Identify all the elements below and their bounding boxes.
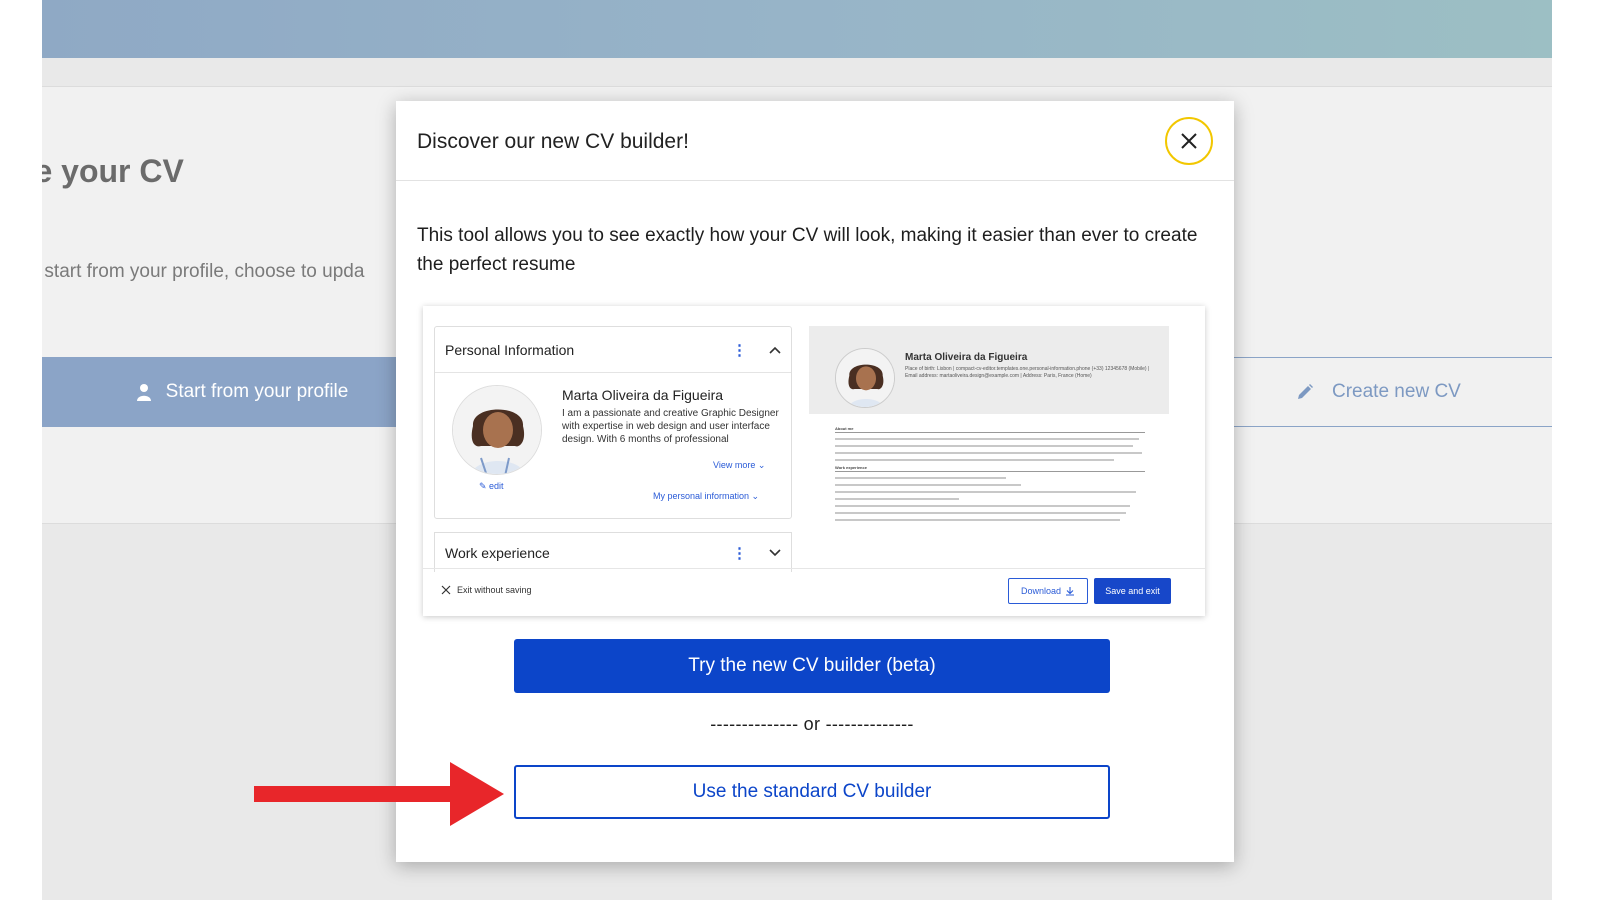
- chevron-up-icon: [769, 346, 781, 354]
- close-button[interactable]: [1165, 117, 1213, 165]
- modal-title: Discover our new CV builder!: [417, 130, 689, 153]
- start-from-profile-label: Start from your profile: [165, 381, 349, 402]
- cv-body: About me Work experience: [835, 422, 1145, 521]
- preview-save-exit-button: Save and exit: [1094, 578, 1171, 604]
- cv-section-about: About me: [835, 426, 1145, 433]
- preview-view-more: View more ⌄: [713, 460, 766, 470]
- preview-personal-info-card: Personal Information ⋮ Marta Oliveira da…: [434, 326, 792, 519]
- create-new-cv-option[interactable]: Create new CV: [1232, 357, 1552, 427]
- top-banner: [42, 0, 1552, 58]
- cv-name: Marta Oliveira da Figueira: [905, 352, 1028, 363]
- modal-header: Discover our new CV builder!: [396, 101, 1234, 181]
- preview-download-button: Download: [1008, 578, 1088, 604]
- close-icon: [441, 585, 451, 595]
- preview-exit-without-saving: Exit without saving: [441, 585, 532, 595]
- preview-work-experience: Work experience ⋮: [434, 532, 792, 572]
- or-separator: -------------- or --------------: [710, 714, 914, 734]
- preview-edit-link: ✎ edit: [479, 481, 504, 491]
- annotation-arrow-icon: [254, 762, 504, 826]
- cv-builder-preview-image: Personal Information ⋮ Marta Oliveira da…: [423, 306, 1205, 616]
- download-icon: [1066, 587, 1075, 596]
- preview-personal-info-heading: Personal Information: [445, 341, 575, 358]
- user-icon: [136, 384, 151, 401]
- preview-bio: I am a passionate and creative Graphic D…: [562, 408, 779, 445]
- cv-section-work: Work experience: [835, 465, 1145, 472]
- kebab-menu-icon: ⋮: [732, 341, 747, 359]
- chevron-down-icon: [769, 548, 781, 556]
- page-subtitle: an start from your profile, choose to up…: [42, 261, 365, 282]
- close-icon: [1181, 133, 1197, 149]
- start-from-profile-option[interactable]: Start from your profile: [42, 357, 442, 427]
- preview-cv-document: Marta Oliveira da Figueira Place of birt…: [809, 326, 1193, 566]
- preview-work-heading: Work experience: [445, 544, 550, 561]
- kebab-menu-icon: ⋮: [732, 544, 747, 562]
- try-new-cv-builder-button[interactable]: Try the new CV builder (beta): [514, 639, 1110, 693]
- preview-my-personal-info: My personal information ⌄: [653, 491, 760, 501]
- profile-photo: [452, 385, 542, 475]
- cv-meta: Place of birth: Lisbon | compact-cv-edit…: [905, 366, 1150, 379]
- use-standard-cv-builder-button[interactable]: Use the standard CV builder: [514, 765, 1110, 819]
- modal-description: This tool allows you to see exactly how …: [417, 225, 1198, 275]
- preview-editor-panel: Personal Information ⋮ Marta Oliveira da…: [434, 326, 794, 586]
- pencil-icon: [1298, 384, 1313, 399]
- create-new-cv-label: Create new CV: [1332, 381, 1461, 402]
- page-title: ate your CV: [42, 153, 184, 189]
- preview-footer: Exit without saving Download Save and ex…: [423, 568, 1205, 616]
- cv-photo: [835, 348, 895, 408]
- cv-builder-modal: Discover our new CV builder! This tool a…: [396, 101, 1234, 862]
- preview-person-name: Marta Oliveira da Figueira: [562, 387, 724, 403]
